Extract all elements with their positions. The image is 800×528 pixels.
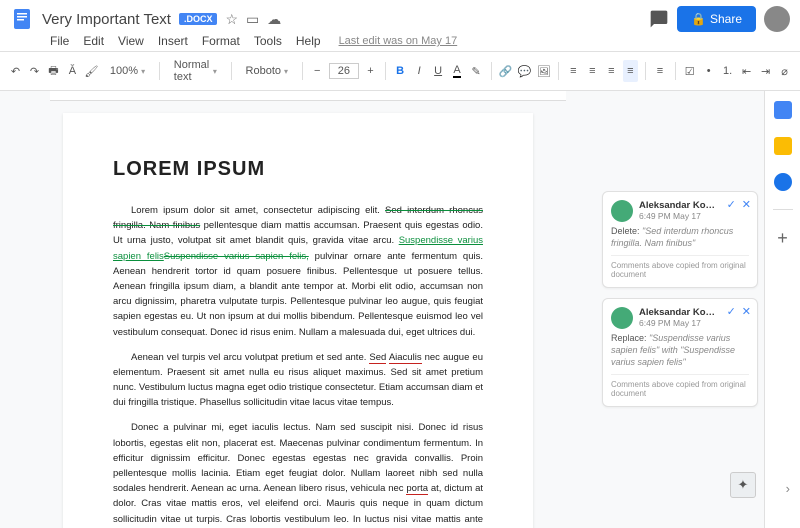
accept-suggestion-icon[interactable]: ✓ — [727, 198, 736, 211]
checklist-icon[interactable]: ☑ — [682, 60, 697, 82]
suggestion-card[interactable]: ✓✕ Aleksandar Kocho...6:49 PM May 17 Del… — [602, 191, 758, 288]
italic-icon[interactable]: I — [412, 60, 427, 82]
menu-edit[interactable]: Edit — [83, 34, 104, 48]
menu-insert[interactable]: Insert — [158, 34, 188, 48]
add-addon-icon[interactable]: + — [777, 228, 788, 249]
toolbar: ↶ ↷ 🖶 Ă 🖌 100% Normal text Roboto − 26 +… — [0, 52, 800, 91]
line-spacing-icon[interactable]: ≡ — [653, 60, 668, 82]
ruler[interactable] — [50, 91, 566, 101]
comment-time: 6:49 PM May 17 — [639, 318, 719, 328]
docx-badge: .DOCX — [179, 13, 218, 25]
zoom-dropdown[interactable]: 100% — [103, 62, 152, 80]
comment-footnote: Comments above copied from original docu… — [611, 374, 749, 398]
numbered-list-icon[interactable]: 1. — [720, 60, 735, 82]
indent-decrease-icon[interactable]: ⇤ — [739, 60, 754, 82]
comment-time: 6:49 PM May 17 — [639, 211, 719, 221]
docs-logo-icon[interactable] — [10, 7, 34, 31]
menu-view[interactable]: View — [118, 34, 144, 48]
underline-icon[interactable]: U — [431, 60, 446, 82]
paragraph-2: Aenean vel turpis vel arcu volutpat pret… — [113, 350, 483, 411]
font-dropdown[interactable]: Roboto — [239, 62, 296, 80]
align-right-icon[interactable]: ≡ — [604, 60, 619, 82]
side-panel: + — [764, 91, 800, 528]
suggestion-card[interactable]: ✓✕ Aleksandar Kocho...6:49 PM May 17 Rep… — [602, 298, 758, 407]
align-left-icon[interactable]: ≡ — [566, 60, 581, 82]
paint-format-icon[interactable]: 🖌 — [84, 60, 99, 82]
comment-history-icon[interactable] — [649, 9, 669, 29]
explore-button[interactable]: ✦ — [730, 472, 756, 498]
last-edit-link[interactable]: Last edit was on May 17 — [339, 35, 458, 47]
paragraph-1: Lorem ipsum dolor sit amet, consectetur … — [113, 203, 483, 340]
align-justify-icon[interactable]: ≡ — [623, 60, 638, 82]
menu-help[interactable]: Help — [296, 34, 321, 48]
commenter-name: Aleksandar Kocho... — [639, 200, 719, 211]
hide-sidepanel-icon[interactable]: › — [786, 481, 790, 496]
clear-formatting-icon[interactable]: ⌀ — [777, 60, 792, 82]
keep-icon[interactable] — [774, 137, 792, 155]
redo-icon[interactable]: ↷ — [27, 60, 42, 82]
comments-column: ✓✕ Aleksandar Kocho...6:49 PM May 17 Del… — [596, 91, 764, 528]
menu-tools[interactable]: Tools — [254, 34, 282, 48]
account-avatar[interactable] — [764, 6, 790, 32]
star-icon[interactable]: ☆ — [225, 11, 238, 28]
commenter-avatar — [611, 200, 633, 222]
calendar-icon[interactable] — [774, 101, 792, 119]
font-size-increase[interactable]: + — [363, 60, 378, 82]
indent-increase-icon[interactable]: ⇥ — [758, 60, 773, 82]
paragraph-3: Donec a pulvinar mi, eget iaculis lectus… — [113, 420, 483, 528]
style-dropdown[interactable]: Normal text — [167, 56, 224, 86]
cloud-icon[interactable]: ☁ — [267, 11, 281, 28]
commenter-name: Aleksandar Kocho... — [639, 307, 719, 318]
undo-icon[interactable]: ↶ — [8, 60, 23, 82]
commenter-avatar — [611, 307, 633, 329]
reject-suggestion-icon[interactable]: ✕ — [742, 305, 751, 318]
print-icon[interactable]: 🖶 — [46, 60, 61, 82]
accept-suggestion-icon[interactable]: ✓ — [727, 305, 736, 318]
tasks-icon[interactable] — [774, 173, 792, 191]
align-center-icon[interactable]: ≡ — [585, 60, 600, 82]
move-icon[interactable]: ▭ — [246, 11, 259, 28]
menu-format[interactable]: Format — [202, 34, 240, 48]
font-size-input[interactable]: 26 — [329, 63, 359, 79]
menu-bar: File Edit View Insert Format Tools Help … — [0, 34, 800, 51]
menu-file[interactable]: File — [50, 34, 69, 48]
spellcheck-icon[interactable]: Ă — [65, 60, 80, 82]
doc-heading: LOREM IPSUM — [113, 153, 483, 185]
insert-image-icon[interactable]: 🖼 — [536, 60, 551, 82]
document-page[interactable]: LOREM IPSUM Lorem ipsum dolor sit amet, … — [63, 113, 533, 528]
share-button[interactable]: 🔒Share — [677, 6, 756, 32]
reject-suggestion-icon[interactable]: ✕ — [742, 198, 751, 211]
comment-footnote: Comments above copied from original docu… — [611, 255, 749, 279]
highlight-icon[interactable]: ✎ — [469, 60, 484, 82]
text-color-icon[interactable]: A — [450, 60, 465, 82]
link-icon[interactable]: 🔗 — [498, 60, 513, 82]
document-title[interactable]: Very Important Text — [42, 11, 171, 28]
bulleted-list-icon[interactable]: • — [701, 60, 716, 82]
font-size-decrease[interactable]: − — [310, 60, 325, 82]
add-comment-icon[interactable]: 💬 — [517, 60, 532, 82]
bold-icon[interactable]: B — [393, 60, 408, 82]
